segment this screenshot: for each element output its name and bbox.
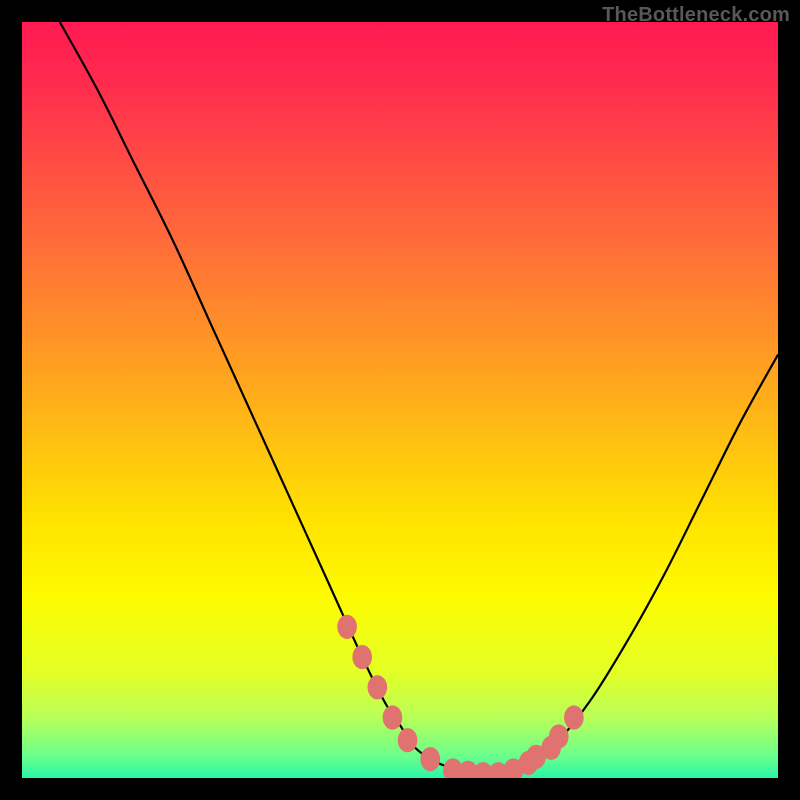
marker-point bbox=[367, 675, 387, 699]
marker-point bbox=[549, 724, 569, 748]
marker-group bbox=[337, 615, 583, 778]
marker-point bbox=[352, 645, 372, 669]
marker-point bbox=[383, 705, 403, 729]
marker-point bbox=[398, 728, 418, 752]
watermark-text: TheBottleneck.com bbox=[602, 4, 790, 27]
plot-area bbox=[22, 22, 778, 778]
marker-point bbox=[337, 615, 357, 639]
chart-stage: TheBottleneck.com bbox=[0, 0, 800, 800]
marker-point bbox=[420, 747, 440, 771]
marker-point bbox=[564, 705, 584, 729]
bottleneck-curve bbox=[22, 22, 778, 778]
curve-path bbox=[60, 22, 778, 775]
